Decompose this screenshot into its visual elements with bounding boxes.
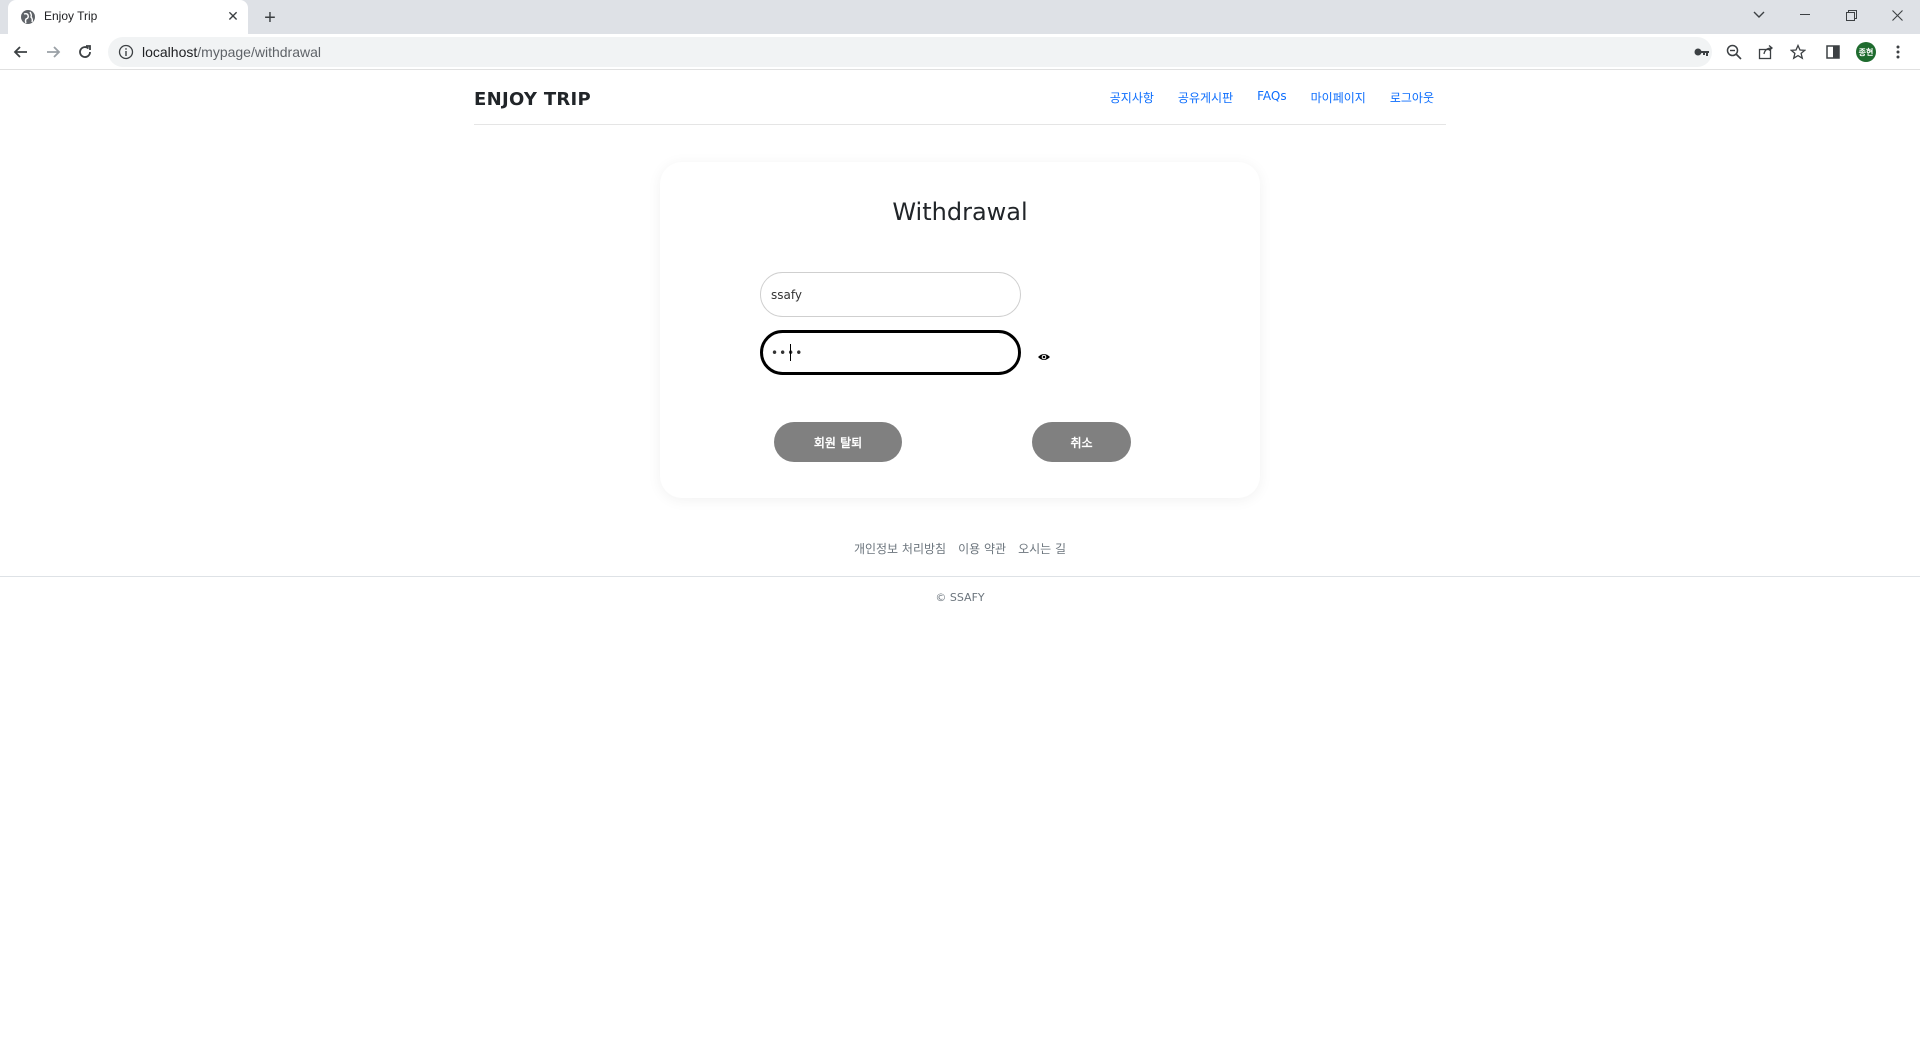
browser-tab[interactable]: Enjoy Trip ✕ bbox=[8, 0, 248, 34]
address-bar[interactable]: localhost/mypage/withdrawal bbox=[108, 37, 1806, 67]
nav-faqs[interactable]: FAQs bbox=[1257, 89, 1287, 106]
share-icon[interactable] bbox=[1756, 42, 1776, 62]
eye-icon[interactable] bbox=[1037, 352, 1051, 362]
menu-kebab-icon[interactable] bbox=[1888, 42, 1908, 62]
withdrawal-card: Withdrawal 회원 탈퇴 취소 bbox=[660, 162, 1260, 498]
text-caret bbox=[790, 344, 791, 361]
tab-close-icon[interactable]: ✕ bbox=[224, 8, 242, 26]
user-id-input[interactable] bbox=[760, 272, 1021, 317]
nav-mypage[interactable]: 마이페이지 bbox=[1311, 89, 1366, 106]
side-panel-icon[interactable] bbox=[1823, 42, 1843, 62]
back-icon[interactable] bbox=[9, 40, 33, 64]
nav-share-board[interactable]: 공유게시판 bbox=[1178, 89, 1233, 106]
key-icon[interactable] bbox=[1692, 42, 1712, 62]
close-window-icon[interactable] bbox=[1874, 0, 1920, 30]
new-tab-icon[interactable]: + bbox=[258, 6, 282, 30]
globe-icon bbox=[21, 10, 35, 24]
site-info-icon[interactable] bbox=[118, 44, 134, 60]
footer-link-privacy[interactable]: 개인정보 처리방침 bbox=[854, 540, 946, 557]
zoom-icon[interactable] bbox=[1724, 42, 1744, 62]
footer-link-terms[interactable]: 이용 약관 bbox=[958, 540, 1006, 557]
restore-icon[interactable] bbox=[1828, 0, 1874, 30]
page-title: Withdrawal bbox=[892, 198, 1028, 226]
password-input[interactable] bbox=[760, 330, 1021, 375]
footer-link-directions[interactable]: 오시는 길 bbox=[1018, 540, 1066, 557]
profile-avatar[interactable]: 종현 bbox=[1856, 42, 1876, 62]
site-header: ENJOY TRIP 공지사항 공유게시판 FAQs 마이페이지 로그아웃 bbox=[474, 70, 1446, 125]
footer-divider bbox=[0, 576, 1920, 577]
nav-notice[interactable]: 공지사항 bbox=[1110, 89, 1154, 106]
tab-title: Enjoy Trip bbox=[44, 9, 98, 23]
reload-icon[interactable] bbox=[73, 40, 97, 64]
main-nav: 공지사항 공유게시판 FAQs 마이페이지 로그아웃 bbox=[1110, 89, 1434, 106]
bookmark-star-icon[interactable] bbox=[1788, 42, 1808, 62]
footer-links: 개인정보 처리방침 이용 약관 오시는 길 bbox=[0, 540, 1920, 557]
site-logo[interactable]: ENJOY TRIP bbox=[474, 89, 591, 110]
tab-search-icon[interactable] bbox=[1736, 0, 1782, 30]
nav-logout[interactable]: 로그아웃 bbox=[1390, 89, 1434, 106]
browser-toolbar: localhost/mypage/withdrawal 종현 bbox=[0, 34, 1920, 70]
url-text: localhost/mypage/withdrawal bbox=[142, 44, 321, 60]
withdraw-button[interactable]: 회원 탈퇴 bbox=[774, 422, 902, 462]
forward-icon[interactable] bbox=[41, 40, 65, 64]
browser-tabbar: Enjoy Trip ✕ + bbox=[0, 0, 1920, 34]
copyright-text: © SSAFY bbox=[935, 591, 985, 604]
cancel-button[interactable]: 취소 bbox=[1032, 422, 1131, 462]
minimize-icon[interactable] bbox=[1782, 0, 1828, 30]
